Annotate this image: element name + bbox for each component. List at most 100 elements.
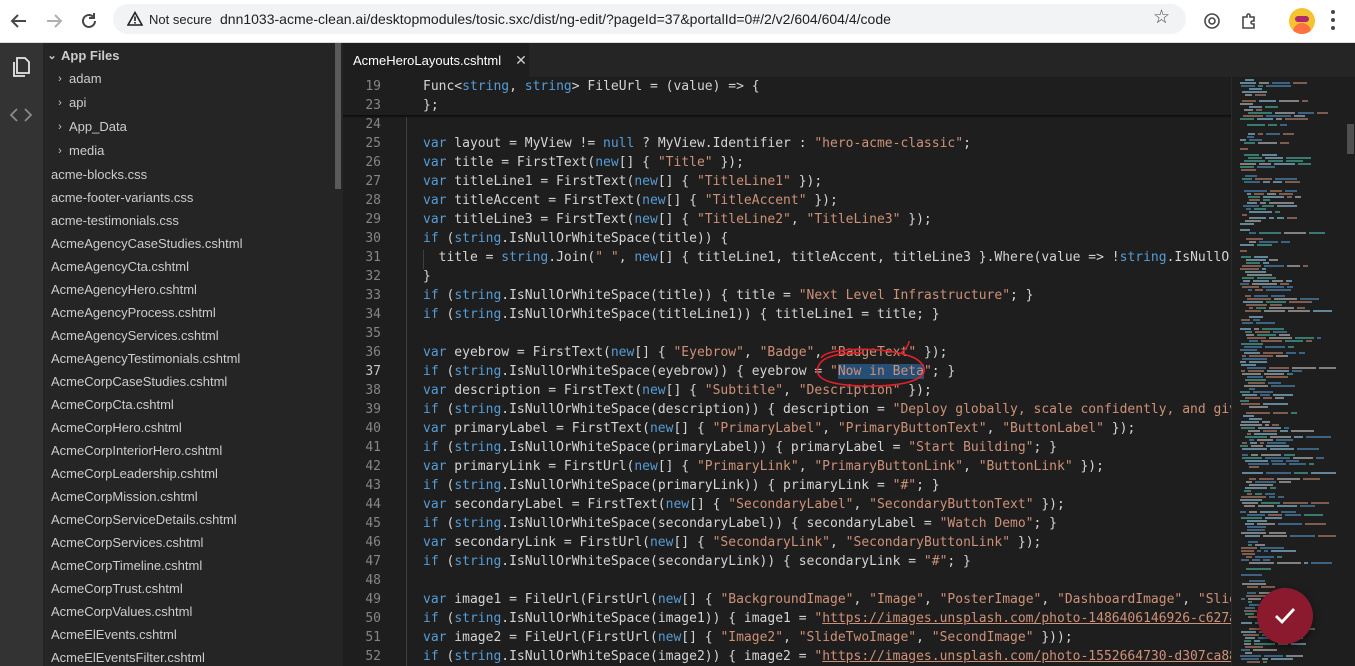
tree-file[interactable]: AcmeCorpValues.cshtml: [43, 600, 331, 623]
minimap-line: [1276, 355, 1288, 357]
code-line[interactable]: if (string.IsNullOrWhiteSpace(image2)) {…: [423, 649, 1231, 664]
code-line[interactable]: if (string.IsNullOrWhiteSpace(title)) {: [423, 231, 728, 246]
address-bar[interactable]: Not secure dnn1033-acme-clean.ai/desktop…: [113, 4, 1186, 34]
reload-button[interactable]: [74, 6, 104, 36]
minimap-line: [1241, 574, 1262, 576]
minimap-line: [1266, 115, 1291, 117]
code-line[interactable]: Func<string, string> FileUrl = (value) =…: [423, 79, 760, 94]
tree-file[interactable]: acme-testimonials.css: [43, 209, 331, 232]
code-line[interactable]: if (string.IsNullOrWhiteSpace(primaryLin…: [423, 478, 940, 493]
code-line[interactable]: title = string.Join(" ", new[] { titleLi…: [423, 250, 1231, 265]
minimap-line: [1266, 301, 1286, 303]
minimap-line: [1253, 319, 1260, 321]
minimap-line: [1242, 355, 1246, 357]
code-icon[interactable]: [7, 101, 35, 129]
code-line[interactable]: var eyebrow = FirstText(new[] { "Eyebrow…: [423, 345, 947, 360]
minimap-line: [1285, 190, 1297, 192]
editor-scrollbar-thumb[interactable]: [1347, 124, 1354, 154]
tree-folder[interactable]: › App_Data: [43, 115, 331, 138]
tree-file[interactable]: AcmeAgencyCta.cshtml: [43, 255, 331, 278]
code-line[interactable]: var titleAccent = FirstText(new[] { "Tit…: [423, 193, 838, 208]
tree-file[interactable]: AcmeCorpMission.cshtml: [43, 485, 331, 508]
tree-folder[interactable]: › adam: [43, 67, 331, 90]
code-line[interactable]: if (string.IsNullOrWhiteSpace(secondaryL…: [423, 554, 971, 569]
tree-file[interactable]: AcmeCorpServices.cshtml: [43, 531, 331, 554]
line-number: 52: [365, 649, 381, 664]
tree-root-label: App Files: [61, 48, 120, 63]
tree-file[interactable]: AcmeCorpServiceDetails.cshtml: [43, 508, 331, 531]
tree-file[interactable]: AcmeElEvents.cshtml: [43, 623, 331, 646]
tree-file[interactable]: acme-footer-variants.css: [43, 186, 331, 209]
tree-file[interactable]: AcmeAgencyServices.cshtml: [43, 324, 331, 347]
minimap-line: [1247, 337, 1266, 339]
minimap-line: [1244, 154, 1259, 156]
code-line[interactable]: var titleLine3 = FirstText(new[] { "Titl…: [423, 212, 932, 227]
save-button[interactable]: [1257, 588, 1313, 644]
tree-file[interactable]: AcmeAgencyCaseStudies.cshtml: [43, 232, 331, 255]
tree-file[interactable]: AcmeCorpCta.cshtml: [43, 393, 331, 416]
code-line[interactable]: var description = FirstText(new[] { "Sub…: [423, 383, 932, 398]
tree-file[interactable]: AcmeCorpLeadership.cshtml: [43, 462, 331, 485]
code-editor[interactable]: 19 Func<string, string> FileUrl = (value)…: [343, 77, 1231, 666]
url-text[interactable]: dnn1033-acme-clean.ai/desktopmodules/tos…: [220, 11, 891, 27]
star-icon[interactable]: ☆: [1153, 8, 1170, 27]
tab-acme-hero-layouts[interactable]: AcmeHeroLayouts.cshtml ✕: [343, 43, 529, 77]
editor-scrollbar[interactable]: [1345, 77, 1355, 666]
minimap-line: [1249, 484, 1273, 486]
profile-avatar[interactable]: [1289, 8, 1315, 34]
line-number: 38: [365, 383, 381, 398]
tree-file[interactable]: AcmeCorpInteriorHero.cshtml: [43, 439, 331, 462]
extension-icon[interactable]: [1199, 8, 1225, 34]
minimap-line: [1249, 439, 1254, 441]
code-line[interactable]: }: [423, 269, 431, 284]
back-button[interactable]: [4, 6, 34, 36]
browser-menu-icon[interactable]: [1330, 10, 1336, 30]
files-icon[interactable]: [7, 53, 35, 81]
code-line[interactable]: var secondaryLink = FirstUrl(new[] { "Se…: [423, 535, 1041, 550]
code-line[interactable]: var title = FirstText(new[] { "Title" })…: [423, 155, 744, 170]
tree-folder[interactable]: › api: [43, 91, 331, 114]
minimap-line: [1260, 511, 1278, 513]
code-line[interactable]: var layout = MyView != null ? MyView.Ide…: [423, 136, 971, 151]
forward-button[interactable]: [39, 6, 69, 36]
code-line[interactable]: if (string.IsNullOrWhiteSpace(title)) { …: [423, 288, 1034, 303]
code-line[interactable]: if (string.IsNullOrWhiteSpace(eyebrow)) …: [423, 364, 955, 379]
tree-file[interactable]: AcmeCorpTimeline.cshtml: [43, 554, 331, 577]
minimap[interactable]: [1231, 77, 1345, 666]
code-line[interactable]: if (string.IsNullOrWhiteSpace(primaryLab…: [423, 440, 1057, 455]
minimap-line: [1240, 511, 1246, 513]
tree-file[interactable]: AcmeAgencyTestimonials.cshtml: [43, 347, 331, 370]
tree-file[interactable]: acme-blocks.css: [43, 163, 331, 186]
code-line[interactable]: var image2 = FileUrl(FirstUrl(new[] { "I…: [423, 630, 1073, 645]
minimap-line: [1244, 505, 1255, 507]
security-chip[interactable]: Not secure: [121, 7, 218, 31]
tree-folder[interactable]: › media: [43, 139, 331, 162]
tree-file[interactable]: AcmeAgencyProcess.cshtml: [43, 301, 331, 324]
tree-root-app-files[interactable]: ⌄ App Files: [43, 44, 331, 67]
close-icon[interactable]: ✕: [515, 52, 527, 69]
tree-file[interactable]: AcmeCorpHero.cshtml: [43, 416, 331, 439]
minimap-line: [1251, 454, 1258, 456]
sidebar-scrollbar-thumb[interactable]: [335, 43, 341, 189]
code-line[interactable]: var primaryLink = FirstUrl(new[] { "Prim…: [423, 459, 1104, 474]
minimap-line: [1240, 163, 1256, 165]
tree-file[interactable]: AcmeAgencyHero.cshtml: [43, 278, 331, 301]
minimap-line: [1264, 655, 1283, 657]
code-line[interactable]: if (string.IsNullOrWhiteSpace(secondaryL…: [423, 516, 1057, 531]
code-line[interactable]: var primaryLabel = FirstText(new[] { "Pr…: [423, 421, 1135, 436]
puzzle-icon[interactable]: [1236, 8, 1262, 34]
tree-file[interactable]: AcmeCorpCaseStudies.cshtml: [43, 370, 331, 393]
code-line[interactable]: var image1 = FileUrl(FirstUrl(new[] { "B…: [423, 592, 1231, 607]
tree-file[interactable]: AcmeElEventsFilter.cshtml: [43, 646, 331, 666]
code-line[interactable]: if (string.IsNullOrWhiteSpace(image1)) {…: [423, 611, 1231, 626]
code-line[interactable]: if (string.IsNullOrWhiteSpace(titleLine1…: [423, 307, 940, 322]
code-line[interactable]: if (string.IsNullOrWhiteSpace(descriptio…: [423, 402, 1231, 417]
tree-file[interactable]: AcmeCorpTrust.cshtml: [43, 577, 331, 600]
minimap-line: [1271, 385, 1295, 387]
code-line[interactable]: };: [423, 98, 439, 113]
minimap-line: [1242, 286, 1259, 288]
code-line[interactable]: var secondaryLabel = FirstText(new[] { "…: [423, 497, 1065, 512]
code-line[interactable]: var titleLine1 = FirstText(new[] { "Titl…: [423, 174, 822, 189]
minimap-line: [1265, 106, 1278, 108]
minimap-line: [1240, 328, 1251, 330]
